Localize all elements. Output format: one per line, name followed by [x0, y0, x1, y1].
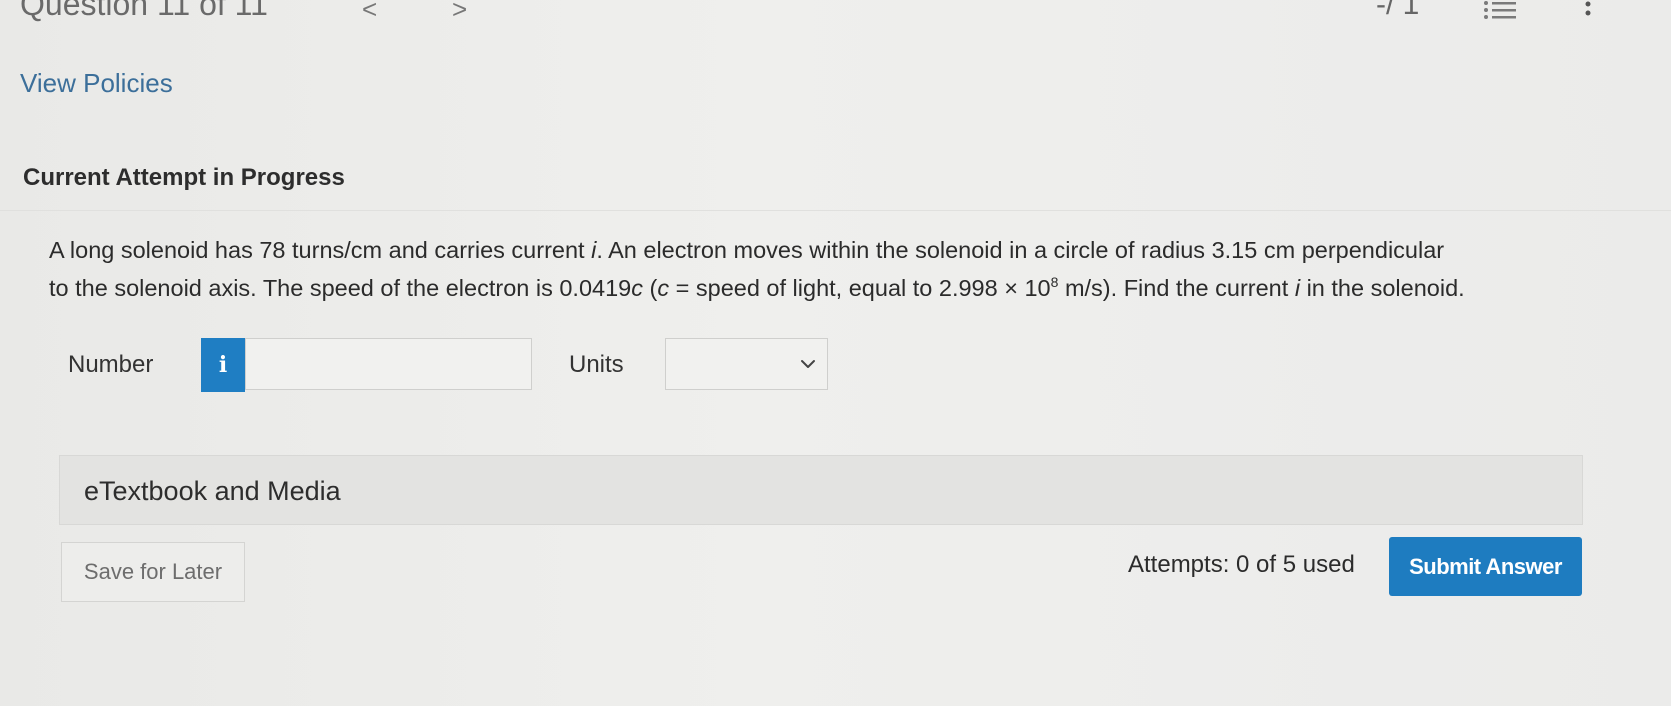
previous-question-button[interactable]: < [362, 0, 377, 25]
question-text-segment: in the solenoid. [1300, 275, 1465, 301]
question-prompt: A long solenoid has 78 turns/cm and carr… [49, 231, 1609, 307]
next-question-button[interactable]: > [452, 0, 467, 25]
units-dropdown[interactable] [665, 338, 828, 390]
question-text-segment: to the solenoid axis. The speed of the e… [49, 275, 632, 301]
chevron-down-icon [801, 360, 815, 368]
units-label: Units [569, 351, 624, 378]
question-text-segment: A long solenoid has 78 turns/cm and carr… [49, 237, 592, 263]
attempts-counter: Attempts: 0 of 5 used [1128, 551, 1355, 578]
submit-answer-button[interactable]: Submit Answer [1389, 537, 1582, 596]
question-text-segment: = speed of light, equal to 2.998 × 10 [669, 275, 1051, 301]
number-label: Number [68, 351, 154, 378]
question-list-icon[interactable] [1483, 0, 1517, 20]
attempt-status-heading: Current Attempt in Progress [23, 164, 345, 191]
question-text-segment: ( [642, 275, 658, 301]
question-score: -/ 1 [1376, 0, 1420, 21]
section-divider [0, 210, 1671, 211]
question-text-segment: . An electron moves within the solenoid … [596, 237, 1445, 263]
more-options-icon[interactable] [1582, 0, 1594, 22]
info-icon[interactable]: i [201, 338, 245, 392]
etextbook-media-expander[interactable]: eTextbook and Media [59, 455, 1583, 525]
question-counter: Question 11 of 11 [20, 0, 268, 22]
question-header: Question 11 of 11 < > -/ 1 [0, 0, 1671, 28]
question-variable: c [631, 275, 643, 301]
question-text-segment: m/s). Find the current [1058, 275, 1295, 301]
number-input[interactable] [245, 338, 532, 390]
view-policies-link[interactable]: View Policies [20, 68, 173, 99]
save-for-later-button[interactable]: Save for Later [61, 542, 245, 602]
assignment-page: Question 11 of 11 < > -/ 1 View Policies… [0, 0, 1671, 706]
question-variable: c [657, 275, 670, 301]
etextbook-media-label: eTextbook and Media [84, 476, 341, 506]
